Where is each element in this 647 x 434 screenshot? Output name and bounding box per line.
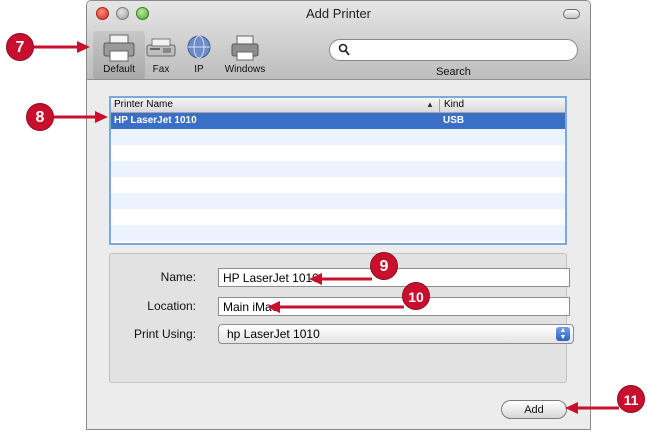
empty-row <box>111 225 565 241</box>
location-label: Location: <box>147 299 196 313</box>
windows-printer-icon <box>231 35 259 61</box>
print-using-value: hp LaserJet 1010 <box>227 327 320 341</box>
callout-11: 11 <box>617 385 645 413</box>
search-field[interactable] <box>329 39 578 61</box>
globe-icon <box>187 35 211 59</box>
printer-row-kind: USB <box>443 115 465 126</box>
search-label: Search <box>436 66 471 78</box>
empty-row <box>111 177 565 193</box>
empty-row <box>111 241 565 243</box>
callout-9: 9 <box>370 252 398 280</box>
default-printer-icon <box>103 34 135 62</box>
printer-list-rows: HP LaserJet 1010 USB <box>111 113 565 243</box>
window-title: Add Printer <box>305 6 372 21</box>
callout-8: 8 <box>26 103 54 131</box>
popup-arrows-icon: ▲ ▼ <box>556 327 570 341</box>
empty-row <box>111 145 565 161</box>
print-using-label: Print Using: <box>133 327 196 341</box>
print-using-popup[interactable]: hp LaserJet 1010 ▲ ▼ <box>218 324 574 344</box>
column-header-printer-name[interactable]: Printer Name <box>114 99 173 110</box>
add-button[interactable]: Add <box>501 400 567 419</box>
printer-list[interactable]: Printer Name ▲ Kind HP LaserJet 1010 USB <box>109 96 567 245</box>
empty-row <box>111 209 565 225</box>
column-header-kind[interactable]: Kind <box>439 99 464 113</box>
callout-10: 10 <box>402 282 430 310</box>
printer-row-name: HP LaserJet 1010 <box>114 115 197 126</box>
location-field[interactable] <box>218 297 570 316</box>
search-icon <box>338 43 350 56</box>
add-printer-window: Add Printer Default Fax IP Windows Searc… <box>86 0 591 430</box>
printer-list-header: Printer Name ▲ Kind <box>111 98 565 113</box>
toolbar-windows-button[interactable]: Windows <box>219 31 271 79</box>
empty-row <box>111 161 565 177</box>
toolbar: Add Printer Default Fax IP Windows Searc… <box>87 1 590 80</box>
name-label: Name: <box>160 270 196 284</box>
printer-row[interactable]: HP LaserJet 1010 USB <box>111 113 565 129</box>
toolbar-ip-label: IP <box>194 64 204 75</box>
toolbar-windows-label: Windows <box>224 64 266 75</box>
sort-ascending-icon: ▲ <box>426 100 434 109</box>
toolbar-ip-button[interactable]: IP <box>173 31 225 79</box>
printer-details-panel: Name: Location: Print Using: hp LaserJet… <box>109 253 574 383</box>
toolbar-toggle-button[interactable] <box>563 9 580 19</box>
empty-row <box>111 193 565 209</box>
empty-row <box>111 129 565 145</box>
callout-7: 7 <box>6 33 34 61</box>
